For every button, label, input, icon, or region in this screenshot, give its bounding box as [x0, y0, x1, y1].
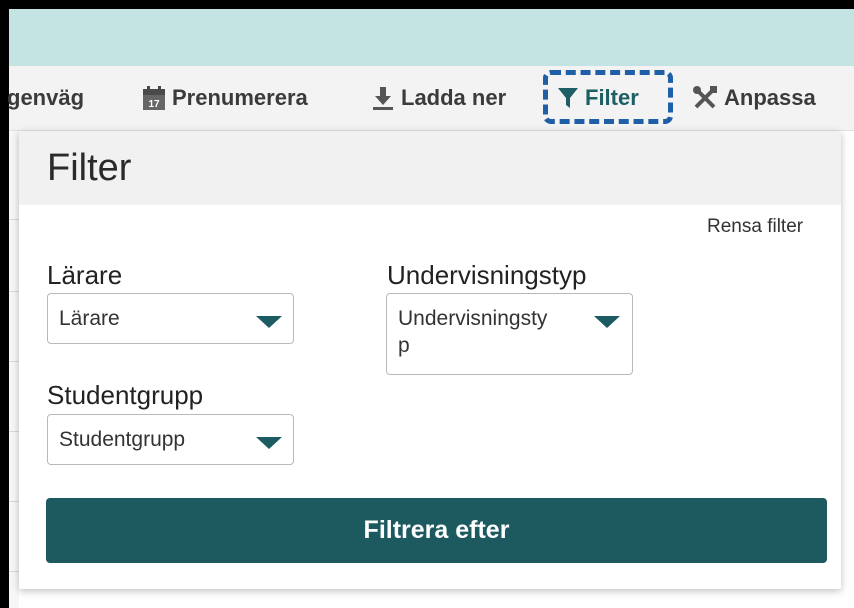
chevron-down-icon [256, 437, 282, 449]
teaching-type-label: Undervisningstyp [387, 260, 587, 290]
customize-button[interactable]: Anpassa [692, 66, 816, 130]
download-label: Ladda ner [401, 85, 507, 110]
filter-panel-header: Filter [19, 131, 841, 205]
clear-filter-link[interactable]: Rensa filter [707, 216, 803, 238]
shortcut-label: genväg [7, 85, 85, 110]
shortcut-button[interactable]: genväg [7, 66, 84, 130]
teaching-type-select-value: Undervisningsty p [398, 307, 548, 357]
toolbar: genväg 17 Prenumerera Ladda ner Filter A… [7, 66, 854, 131]
student-group-select-value: Studentgrupp [59, 428, 186, 451]
filter-panel: Filter Rensa filter Lärare Lärare Underv… [19, 131, 841, 589]
calendar-icon-day: 17 [148, 99, 160, 110]
subscribe-button[interactable]: 17 Prenumerera [142, 66, 308, 130]
background-list [9, 131, 19, 608]
chevron-down-icon [256, 316, 282, 328]
student-group-select[interactable]: Studentgrupp [47, 414, 294, 465]
download-icon [373, 87, 393, 110]
panel-title: Filter [47, 147, 132, 189]
calendar-icon: 17 [143, 86, 165, 110]
chevron-down-icon [594, 316, 620, 328]
tools-icon [693, 86, 717, 109]
student-group-label: Studentgrupp [47, 380, 204, 410]
teaching-type-select[interactable]: Undervisningsty p [386, 293, 633, 375]
apply-filter-button[interactable]: Filtrera efter [46, 498, 827, 563]
teacher-label: Lärare [47, 260, 123, 290]
subscribe-label: Prenumerera [172, 85, 308, 110]
filter-highlight [543, 70, 673, 124]
top-bar [9, 9, 854, 66]
customize-label: Anpassa [724, 85, 816, 110]
teacher-select-value: Lärare [59, 307, 120, 330]
apply-filter-label: Filtrera efter [363, 516, 510, 544]
teacher-select[interactable]: Lärare [47, 293, 294, 344]
download-button[interactable]: Ladda ner [371, 66, 506, 130]
